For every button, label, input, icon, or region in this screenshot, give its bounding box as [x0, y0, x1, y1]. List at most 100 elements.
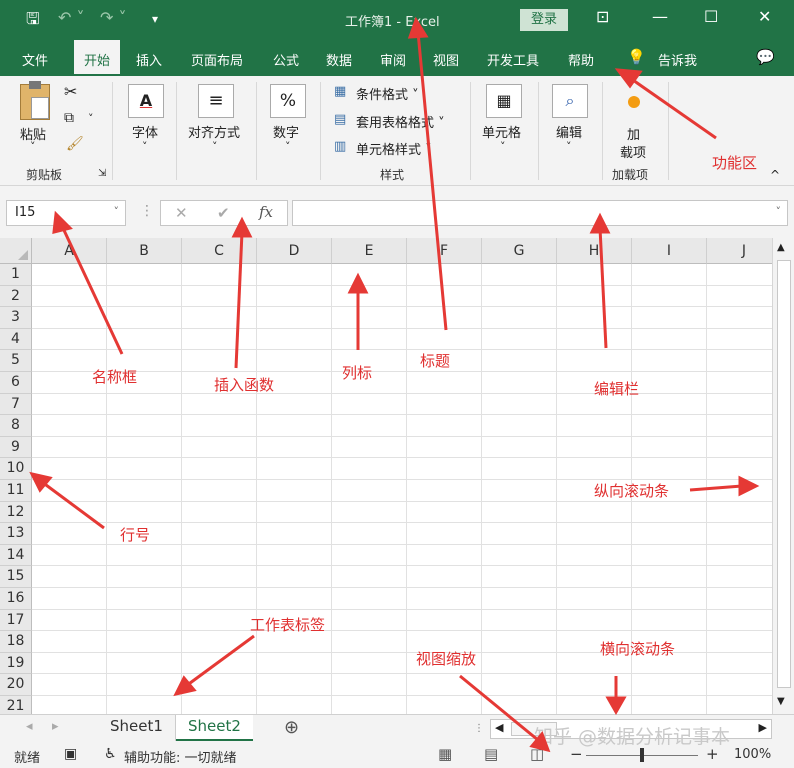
cells-dropdown-icon[interactable]: ˅ [500, 140, 506, 153]
row-header-11[interactable]: 11 [0, 480, 32, 502]
row-header-7[interactable]: 7 [0, 393, 32, 416]
sheet-prev-icon[interactable]: ◂ [26, 719, 33, 734]
column-header-f[interactable]: F [407, 238, 482, 264]
row-header-20[interactable]: 20 [0, 674, 32, 696]
row-header-14[interactable]: 14 [0, 544, 32, 567]
row-header-19[interactable]: 19 [0, 652, 32, 675]
normal-view-icon[interactable]: ▦ [438, 745, 452, 763]
cut-icon[interactable]: ✂ [64, 82, 77, 101]
row-header-15[interactable]: 15 [0, 566, 32, 588]
splitter-icon[interactable]: ⋮ [474, 723, 484, 734]
comment-icon[interactable]: 💬 [756, 48, 775, 66]
addin-icon[interactable] [628, 96, 640, 108]
tab-page-layout[interactable]: 页面布局 [191, 50, 243, 69]
scroll-left-icon[interactable]: ◀ [495, 721, 503, 734]
row-header-13[interactable]: 13 [0, 523, 32, 545]
scroll-right-icon[interactable]: ▶ [759, 721, 767, 734]
font-icon[interactable]: A [128, 84, 164, 118]
row-header-18[interactable]: 18 [0, 631, 32, 653]
paste-dropdown-icon[interactable]: ˅ [30, 140, 36, 153]
add-sheet-icon[interactable]: ⊕ [284, 717, 299, 738]
redo-icon[interactable]: ↷ ˅ [100, 8, 127, 27]
column-header-h[interactable]: H [557, 238, 632, 264]
maximize-button[interactable]: ☐ [704, 7, 718, 26]
paste-icon[interactable] [20, 81, 50, 120]
edit-dropdown-icon[interactable]: ˅ [566, 140, 572, 153]
splitter-icon[interactable]: ⋮ [140, 203, 154, 219]
cells-button[interactable]: 单元格 [482, 122, 521, 141]
number-button[interactable]: 数字 [273, 122, 299, 141]
column-header-b[interactable]: B [107, 238, 182, 264]
column-header-e[interactable]: E [332, 238, 407, 264]
collapse-ribbon-icon[interactable]: ^ [770, 168, 780, 182]
row-header-21[interactable]: 21 [0, 696, 32, 714]
tab-help[interactable]: 帮助 [568, 50, 594, 69]
copy-dropdown-icon[interactable]: ˅ [88, 112, 94, 125]
sheet-next-icon[interactable]: ▸ [52, 719, 59, 734]
table-format-icon[interactable]: ▤ [334, 112, 346, 127]
row-header-16[interactable]: 16 [0, 588, 32, 610]
copy-icon[interactable]: ⧉ [64, 110, 74, 126]
edit-button[interactable]: 编辑 [556, 122, 582, 141]
tab-view[interactable]: 视图 [433, 50, 459, 69]
column-header-i[interactable]: I [632, 238, 707, 264]
minimize-button[interactable]: — [652, 7, 668, 26]
vertical-scrollbar[interactable]: ▲ ▼ [772, 238, 794, 714]
conditional-format-icon[interactable]: ▦ [334, 84, 346, 99]
name-box[interactable]: I15 ˅ [6, 200, 126, 226]
undo-icon[interactable]: ↶ ˅ [58, 8, 85, 27]
number-dropdown-icon[interactable]: ˅ [285, 140, 291, 153]
formula-input[interactable]: ˅ [292, 200, 788, 226]
confirm-icon[interactable]: ✔ [217, 204, 230, 222]
zoom-level[interactable]: 100% [734, 747, 771, 762]
row-header-1[interactable]: 1 [0, 264, 32, 286]
row-header-5[interactable]: 5 [0, 350, 32, 372]
column-header-j[interactable]: J [707, 238, 772, 264]
scroll-down-icon[interactable]: ▼ [777, 696, 785, 707]
login-button[interactable]: 登录 [520, 9, 568, 31]
save-icon[interactable]: 🖫 [26, 8, 40, 35]
addin-button-line2[interactable]: 载项 [620, 142, 646, 161]
column-header-g[interactable]: G [482, 238, 557, 264]
tab-formulas[interactable]: 公式 [273, 50, 299, 69]
tab-home[interactable]: 开始 [74, 40, 121, 76]
expand-formula-icon[interactable]: ˅ [776, 205, 782, 218]
font-button[interactable]: 字体 [132, 122, 158, 141]
insert-function-icon[interactable]: fx [259, 203, 273, 221]
customize-qat-icon[interactable]: ▾ [152, 12, 158, 26]
page-layout-view-icon[interactable]: ▤ [484, 745, 498, 763]
cells-icon[interactable]: ▦ [486, 84, 522, 118]
conditional-format-button[interactable]: 条件格式 ˅ [356, 84, 419, 103]
row-header-9[interactable]: 9 [0, 436, 32, 459]
tab-review[interactable]: 审阅 [380, 50, 406, 69]
percent-icon[interactable]: % [270, 84, 306, 118]
tab-file[interactable]: 文件 [22, 50, 48, 69]
sheet-tab-sheet2[interactable]: Sheet2 [176, 715, 253, 741]
format-painter-icon[interactable]: 🖌 [66, 136, 84, 152]
tab-developer[interactable]: 开发工具 [487, 50, 539, 69]
clipboard-launcher-icon[interactable]: ⇲ [98, 168, 106, 179]
addin-button-line1[interactable]: 加 [627, 124, 640, 143]
column-header-c[interactable]: C [182, 238, 257, 264]
search-icon[interactable]: ⌕ [552, 84, 588, 118]
column-header-d[interactable]: D [257, 238, 332, 264]
cell-style-button[interactable]: 单元格样式 ˅ [356, 139, 432, 158]
macro-record-icon[interactable]: ▣ [64, 746, 77, 762]
row-header-17[interactable]: 17 [0, 609, 32, 632]
align-dropdown-icon[interactable]: ˅ [212, 140, 218, 153]
scroll-up-icon[interactable]: ▲ [777, 242, 785, 253]
tab-insert[interactable]: 插入 [136, 50, 162, 69]
row-header-8[interactable]: 8 [0, 415, 32, 437]
accessibility-status[interactable]: 辅助功能: 一切就绪 [124, 747, 237, 766]
row-header-3[interactable]: 3 [0, 307, 32, 329]
row-header-4[interactable]: 4 [0, 328, 32, 351]
select-all-corner[interactable] [0, 238, 32, 264]
cell-style-icon[interactable]: ▥ [334, 139, 346, 154]
row-header-10[interactable]: 10 [0, 458, 32, 480]
vertical-scroll-thumb[interactable] [777, 260, 791, 688]
font-dropdown-icon[interactable]: ˅ [142, 140, 148, 153]
sheet-tab-sheet1[interactable]: Sheet1 [98, 715, 176, 741]
zoom-slider-thumb[interactable] [640, 748, 644, 762]
name-box-dropdown-icon[interactable]: ˅ [114, 205, 120, 218]
align-icon[interactable]: ≡ [198, 84, 234, 118]
